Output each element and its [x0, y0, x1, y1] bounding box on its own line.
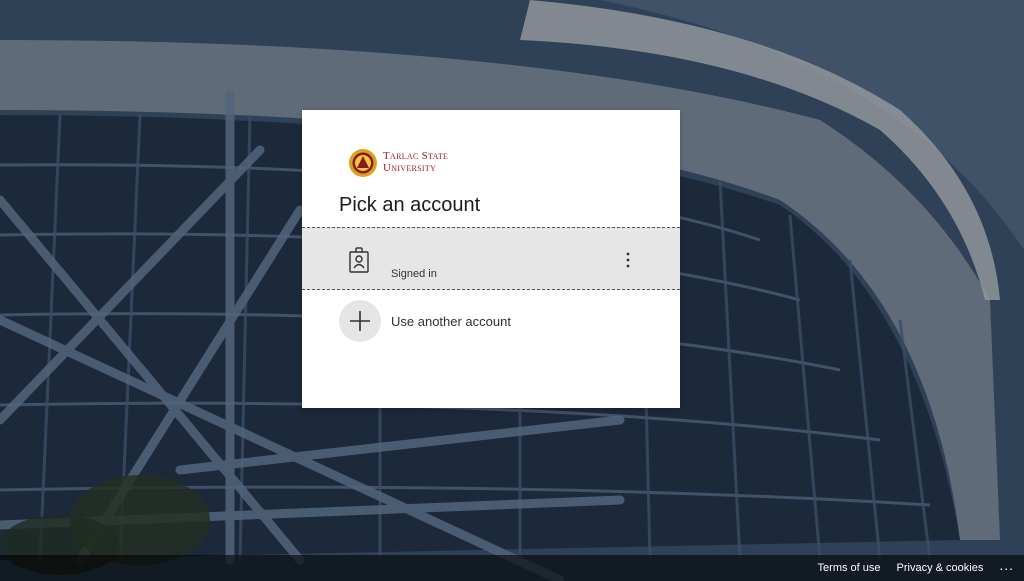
university-seal-icon: [349, 149, 377, 177]
plus-icon: [350, 311, 370, 331]
university-logo: Tarlac State University: [348, 148, 448, 178]
account-status: Signed in: [391, 268, 437, 280]
vertical-ellipsis-icon: [626, 252, 630, 268]
use-another-account-label: Use another account: [391, 314, 511, 329]
use-another-account-button[interactable]: Use another account: [302, 296, 680, 348]
add-account-avatar: [339, 300, 381, 342]
terms-of-use-link[interactable]: Terms of use: [818, 562, 881, 574]
page-title: Pick an account: [339, 194, 481, 216]
privacy-cookies-link[interactable]: Privacy & cookies: [897, 562, 984, 574]
account-tile[interactable]: Signed in: [302, 227, 680, 290]
account-badge-icon: [349, 247, 369, 273]
footer-bar: Terms of use Privacy & cookies ...: [0, 555, 1024, 581]
logo-text-line2: University: [383, 162, 437, 174]
account-picker-dialog: Tarlac State University Pick an account …: [302, 110, 680, 408]
more-options-button[interactable]: ...: [999, 558, 1014, 572]
account-options-button[interactable]: [620, 248, 636, 272]
